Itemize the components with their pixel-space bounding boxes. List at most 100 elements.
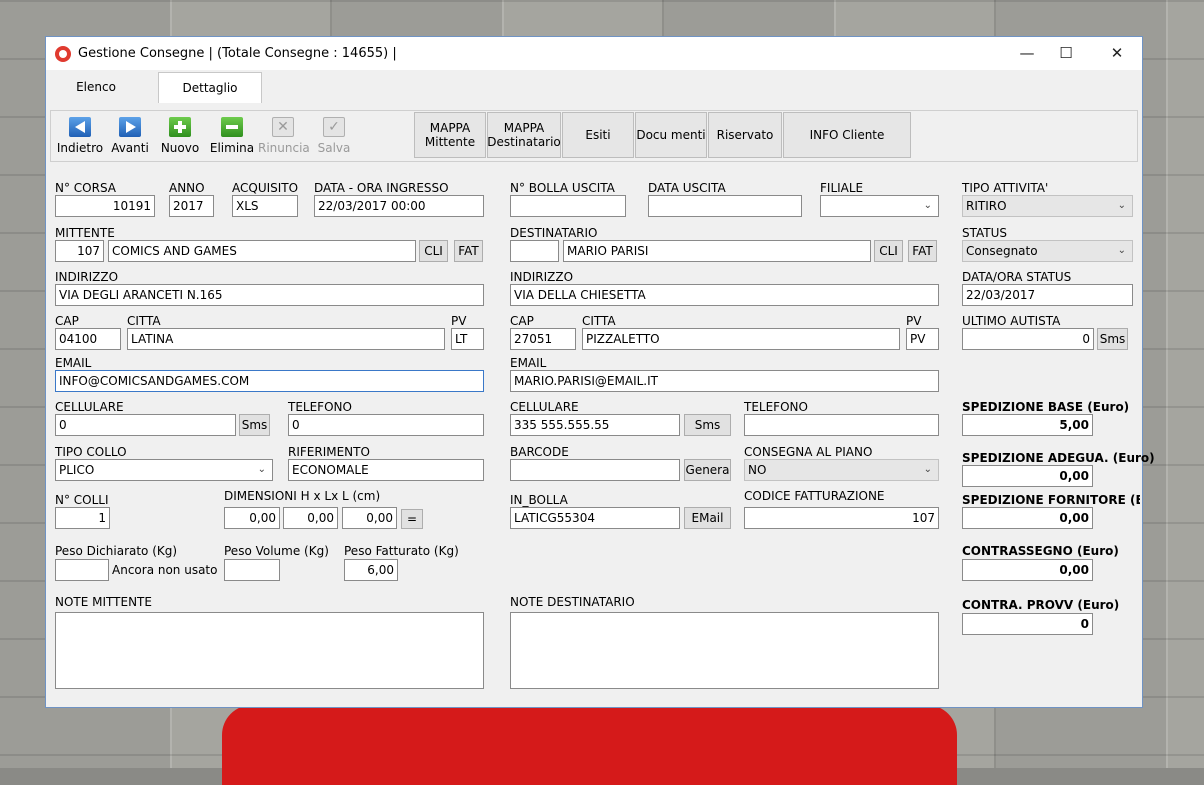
maximize-button[interactable]: ☐	[1043, 37, 1089, 70]
spedizione-base-label: SPEDIZIONE BASE (Euro)	[962, 400, 1130, 414]
ultimo-autista-sms-button[interactable]: Sms	[1097, 328, 1128, 350]
data-ingresso-field[interactable]: 22/03/2017 00:00	[314, 195, 484, 217]
destinatario-name-field[interactable]: MARIO PARISI	[563, 240, 871, 262]
destinatario-indirizzo-field[interactable]: VIA DELLA CHIESETTA	[510, 284, 939, 306]
mittente-telefono-label: TELEFONO	[288, 400, 352, 414]
destinatario-cap-field[interactable]: 27051	[510, 328, 576, 350]
avanti-button[interactable]: Avanti	[105, 113, 155, 159]
barcode-field[interactable]	[510, 459, 680, 481]
data-ora-status-field[interactable]: 22/03/2017	[962, 284, 1133, 306]
in-bolla-field[interactable]: LATICG55304	[510, 507, 680, 529]
mittente-pv-field[interactable]: LT	[451, 328, 484, 350]
peso-fatturato-label: Peso Fatturato (Kg)	[344, 544, 459, 558]
destinatario-sms-button[interactable]: Sms	[684, 414, 731, 436]
genera-button[interactable]: Genera	[684, 459, 731, 481]
mittente-indirizzo-field[interactable]: VIA DEGLI ARANCETI N.165	[55, 284, 484, 306]
destinatario-pv-field[interactable]: PV	[906, 328, 939, 350]
spedizione-fornitore-field[interactable]: 0,00	[962, 507, 1093, 529]
riservato-button[interactable]: Riservato	[708, 112, 782, 158]
dimensione-l2-field[interactable]: 0,00	[342, 507, 397, 529]
n-colli-field[interactable]: 1	[55, 507, 110, 529]
dimensione-h-field[interactable]: 0,00	[224, 507, 280, 529]
mappa-mittente-button[interactable]: MAPPA Mittente	[414, 112, 486, 158]
note-mittente-textarea[interactable]	[55, 612, 484, 689]
rinuncia-button[interactable]: ✕ Rinuncia	[258, 113, 310, 159]
mittente-cli-button[interactable]: CLI	[419, 240, 448, 262]
peso-volume-field[interactable]	[224, 559, 280, 581]
main-window: Gestione Consegne | (Totale Consegne : 1…	[45, 36, 1155, 708]
destinatario-code-field[interactable]	[510, 240, 559, 262]
riferimento-field[interactable]: ECONOMALE	[288, 459, 484, 481]
peso-dichiarato-field[interactable]	[55, 559, 109, 581]
n-bolla-uscita-field[interactable]	[510, 195, 626, 217]
mittente-email-label: EMAIL	[55, 356, 92, 370]
spedizione-base-field[interactable]: 5,00	[962, 414, 1093, 436]
destinatario-telefono-label: TELEFONO	[744, 400, 808, 414]
documenti-button[interactable]: Docu menti	[635, 112, 707, 158]
tab-elenco[interactable]: Elenco	[58, 72, 134, 102]
n-corsa-label: N° CORSA	[55, 181, 117, 195]
tipo-attivita-select[interactable]: RITIRO ⌄	[962, 195, 1133, 217]
destinatario-cellulare-field[interactable]: 335 555.555.55	[510, 414, 680, 436]
minus-icon	[221, 117, 243, 137]
mittente-telefono-field[interactable]: 0	[288, 414, 484, 436]
salva-button[interactable]: ✓ Salva	[309, 113, 359, 159]
acquisito-field[interactable]: XLS	[232, 195, 298, 217]
mittente-sms-button[interactable]: Sms	[239, 414, 270, 436]
codice-fatturazione-field[interactable]: 107	[744, 507, 939, 529]
destinatario-fat-button[interactable]: FAT	[908, 240, 937, 262]
data-ora-status-label: DATA/ORA STATUS	[962, 270, 1072, 284]
mittente-cap-field[interactable]: 04100	[55, 328, 121, 350]
mittente-indirizzo-label: INDIRIZZO	[55, 270, 119, 284]
note-destinatario-textarea[interactable]	[510, 612, 939, 689]
spedizione-adegua-field[interactable]: 0,00	[962, 465, 1093, 487]
destinatario-telefono-field[interactable]	[744, 414, 939, 436]
email-button[interactable]: EMail	[684, 507, 731, 529]
rinuncia-label: Rinuncia	[258, 141, 310, 155]
mittente-name-field[interactable]: COMICS AND GAMES	[108, 240, 416, 262]
info-cliente-button[interactable]: INFO Cliente	[783, 112, 911, 158]
destinatario-citta-field[interactable]: PIZZALETTO	[582, 328, 900, 350]
destinatario-pv-label: PV	[906, 314, 922, 328]
mittente-pv-label: PV	[451, 314, 467, 328]
anno-field[interactable]: 2017	[169, 195, 214, 217]
contrassegno-field[interactable]: 0,00	[962, 559, 1093, 581]
destinatario-cli-button[interactable]: CLI	[874, 240, 903, 262]
title-bar: Gestione Consegne | (Totale Consegne : 1…	[46, 37, 1142, 70]
tab-dettaglio[interactable]: Dettaglio	[158, 72, 262, 103]
consegna-piano-select[interactable]: NO ⌄	[744, 459, 939, 481]
anno-label: ANNO	[169, 181, 205, 195]
indietro-button[interactable]: Indietro	[55, 113, 105, 159]
contra-provv-field[interactable]: 0	[962, 613, 1093, 635]
mittente-code-field[interactable]: 107	[55, 240, 104, 262]
status-select[interactable]: Consegnato ⌄	[962, 240, 1133, 262]
avanti-label: Avanti	[111, 141, 149, 155]
background-red-shirt	[222, 705, 957, 785]
mittente-cellulare-field[interactable]: 0	[55, 414, 236, 436]
nuovo-button[interactable]: Nuovo	[155, 113, 205, 159]
mittente-citta-field[interactable]: LATINA	[127, 328, 445, 350]
peso-fatturato-field[interactable]: 6,00	[344, 559, 398, 581]
calcola-button[interactable]: =	[401, 509, 423, 529]
close-button[interactable]: ✕	[1094, 37, 1140, 70]
mittente-fat-button[interactable]: FAT	[454, 240, 483, 262]
tipo-attivita-value: RITIRO	[966, 199, 1007, 213]
data-uscita-label: DATA USCITA	[648, 181, 726, 195]
mappa-destinatario-button[interactable]: MAPPA Destinatario	[487, 112, 561, 158]
dimensioni-label: DIMENSIONI H x Lx L (cm)	[224, 489, 381, 503]
tipo-collo-select[interactable]: PLICO ⌄	[55, 459, 273, 481]
n-corsa-field[interactable]: 10191	[55, 195, 155, 217]
filiale-select[interactable]: ⌄	[820, 195, 939, 217]
consegna-piano-value: NO	[748, 463, 767, 477]
data-uscita-field[interactable]	[648, 195, 802, 217]
elimina-button[interactable]: Elimina	[207, 113, 257, 159]
ultimo-autista-field[interactable]: 0	[962, 328, 1094, 350]
tipo-collo-label: TIPO COLLO	[55, 445, 127, 459]
destinatario-email-field[interactable]: MARIO.PARISI@EMAIL.IT	[510, 370, 939, 392]
destinatario-label: DESTINATARIO	[510, 226, 598, 240]
contra-provv-label: CONTRA. PROVV (Euro)	[962, 598, 1120, 612]
dimensione-l1-field[interactable]: 0,00	[283, 507, 338, 529]
destinatario-cap-label: CAP	[510, 314, 534, 328]
esiti-button[interactable]: Esiti	[562, 112, 634, 158]
mittente-email-field[interactable]: INFO@COMICSANDGAMES.COM	[55, 370, 484, 392]
